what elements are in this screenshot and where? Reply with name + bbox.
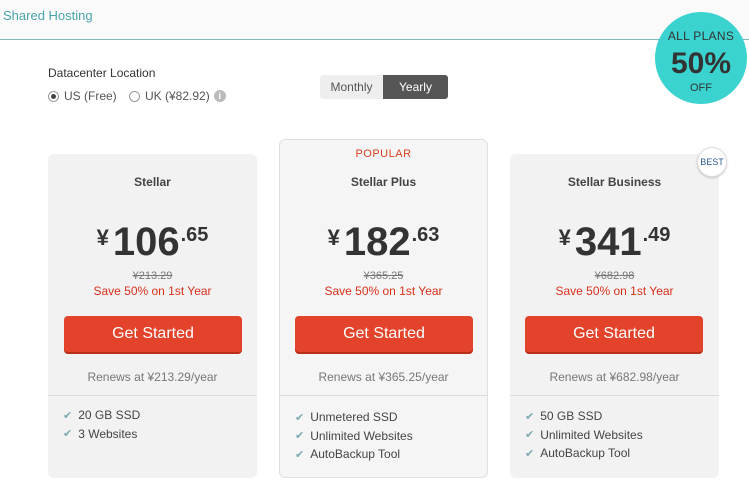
datacenter-option-uk-label: UK (¥82.92): [145, 89, 210, 103]
feature-list: ✔ 20 GB SSD ✔ 3 Websites: [63, 406, 140, 443]
save-text: Save 50% on 1st Year: [93, 284, 212, 298]
feature-item: ✔ AutoBackup Tool: [525, 444, 643, 463]
feature-list: ✔ 50 GB SSD ✔ Unlimited Websites ✔ AutoBack…: [525, 407, 643, 463]
plan-name: Stellar: [134, 175, 171, 189]
price-decimal: .49: [642, 224, 671, 246]
check-icon: ✔: [295, 430, 305, 443]
feature-item: ✔ 3 Websites: [63, 425, 140, 444]
plan-card-stellar-plus: POPULAR Stellar Plus ¥182.63 ¥365.25 Sav…: [279, 139, 488, 478]
plan-price: ¥106.65: [48, 220, 257, 265]
check-icon: ✔: [295, 448, 305, 461]
feature-label: 50 GB SSD: [540, 409, 603, 424]
original-price: ¥213.29: [132, 270, 173, 282]
feature-label: 20 GB SSD: [78, 408, 141, 423]
renew-text: Renews at ¥213.29/year: [87, 370, 218, 384]
original-price: ¥365.25: [363, 270, 404, 282]
feature-item: ✔ Unlimited Websites: [295, 427, 413, 446]
best-badge: BEST: [697, 147, 727, 177]
get-started-button[interactable]: Get Started: [64, 316, 242, 352]
datacenter-option-us-label: US (Free): [64, 89, 117, 103]
feature-item: ✔ AutoBackup Tool: [295, 445, 413, 464]
price-decimal: .65: [180, 224, 209, 246]
feature-label: AutoBackup Tool: [540, 446, 631, 461]
divider: [510, 395, 719, 396]
plan-name: Stellar Business: [567, 175, 662, 189]
promo-percent: 50%: [670, 47, 732, 80]
plan-price: ¥341.49: [510, 220, 719, 265]
price-integer: 106: [112, 220, 180, 264]
plan-name: Stellar Plus: [350, 175, 417, 189]
feature-item: ✔ 20 GB SSD: [63, 406, 140, 425]
original-price: ¥682.98: [594, 270, 635, 282]
plan-card-stellar: Stellar ¥106.65 ¥213.29 Save 50% on 1st …: [48, 154, 257, 478]
price-integer: 341: [574, 220, 642, 264]
price-currency: ¥: [96, 225, 109, 250]
feature-label: 3 Websites: [78, 426, 138, 441]
info-icon[interactable]: i: [213, 90, 226, 102]
check-icon: ✔: [525, 410, 535, 423]
feature-label: Unlimited Websites: [310, 428, 413, 443]
feature-item: ✔ Unmetered SSD: [295, 408, 413, 427]
price-integer: 182: [343, 220, 411, 264]
check-icon: ✔: [295, 411, 305, 424]
toggle-yearly[interactable]: Yearly: [383, 75, 448, 99]
datacenter-option-us[interactable]: US (Free): [48, 89, 117, 103]
feature-list: ✔ Unmetered SSD ✔ Unlimited Websites ✔ Auto…: [295, 408, 413, 464]
feature-label: AutoBackup Tool: [310, 447, 401, 462]
get-started-button[interactable]: Get Started: [295, 316, 473, 352]
divider: [48, 395, 257, 396]
toggle-monthly[interactable]: Monthly: [320, 75, 383, 99]
datacenter-label: Datacenter Location: [48, 66, 156, 80]
check-icon: ✔: [525, 429, 535, 442]
check-icon: ✔: [63, 428, 73, 441]
save-text: Save 50% on 1st Year: [555, 284, 674, 298]
feature-item: ✔ Unlimited Websites: [525, 426, 643, 445]
promo-line1: ALL PLANS: [667, 29, 735, 43]
renew-text: Renews at ¥682.98/year: [549, 370, 680, 384]
radio-uk[interactable]: [129, 90, 140, 102]
check-icon: ✔: [525, 447, 535, 460]
feature-label: Unlimited Websites: [540, 427, 643, 442]
popular-label: POPULAR: [355, 148, 412, 160]
check-icon: ✔: [63, 409, 73, 422]
price-currency: ¥: [327, 225, 340, 250]
billing-toggle: Monthly Yearly: [320, 75, 448, 99]
promo-badge: ALL PLANS 50% OFF: [655, 12, 747, 104]
page-title: Shared Hosting: [3, 8, 93, 23]
price-currency: ¥: [558, 225, 571, 250]
price-decimal: .63: [411, 224, 440, 246]
feature-label: Unmetered SSD: [310, 410, 398, 425]
plan-price: ¥182.63: [280, 220, 487, 265]
divider: [280, 395, 487, 396]
datacenter-option-uk[interactable]: UK (¥82.92) i: [129, 89, 226, 103]
save-text: Save 50% on 1st Year: [324, 284, 443, 298]
get-started-button[interactable]: Get Started: [525, 316, 703, 352]
radio-us[interactable]: [48, 90, 59, 102]
top-bar: Shared Hosting: [0, 0, 749, 40]
feature-item: ✔ 50 GB SSD: [525, 407, 643, 426]
plan-card-stellar-business: Stellar Business ¥341.49 ¥682.98 Save 50…: [510, 154, 719, 478]
promo-line3: OFF: [690, 82, 712, 94]
renew-text: Renews at ¥365.25/year: [318, 370, 449, 384]
